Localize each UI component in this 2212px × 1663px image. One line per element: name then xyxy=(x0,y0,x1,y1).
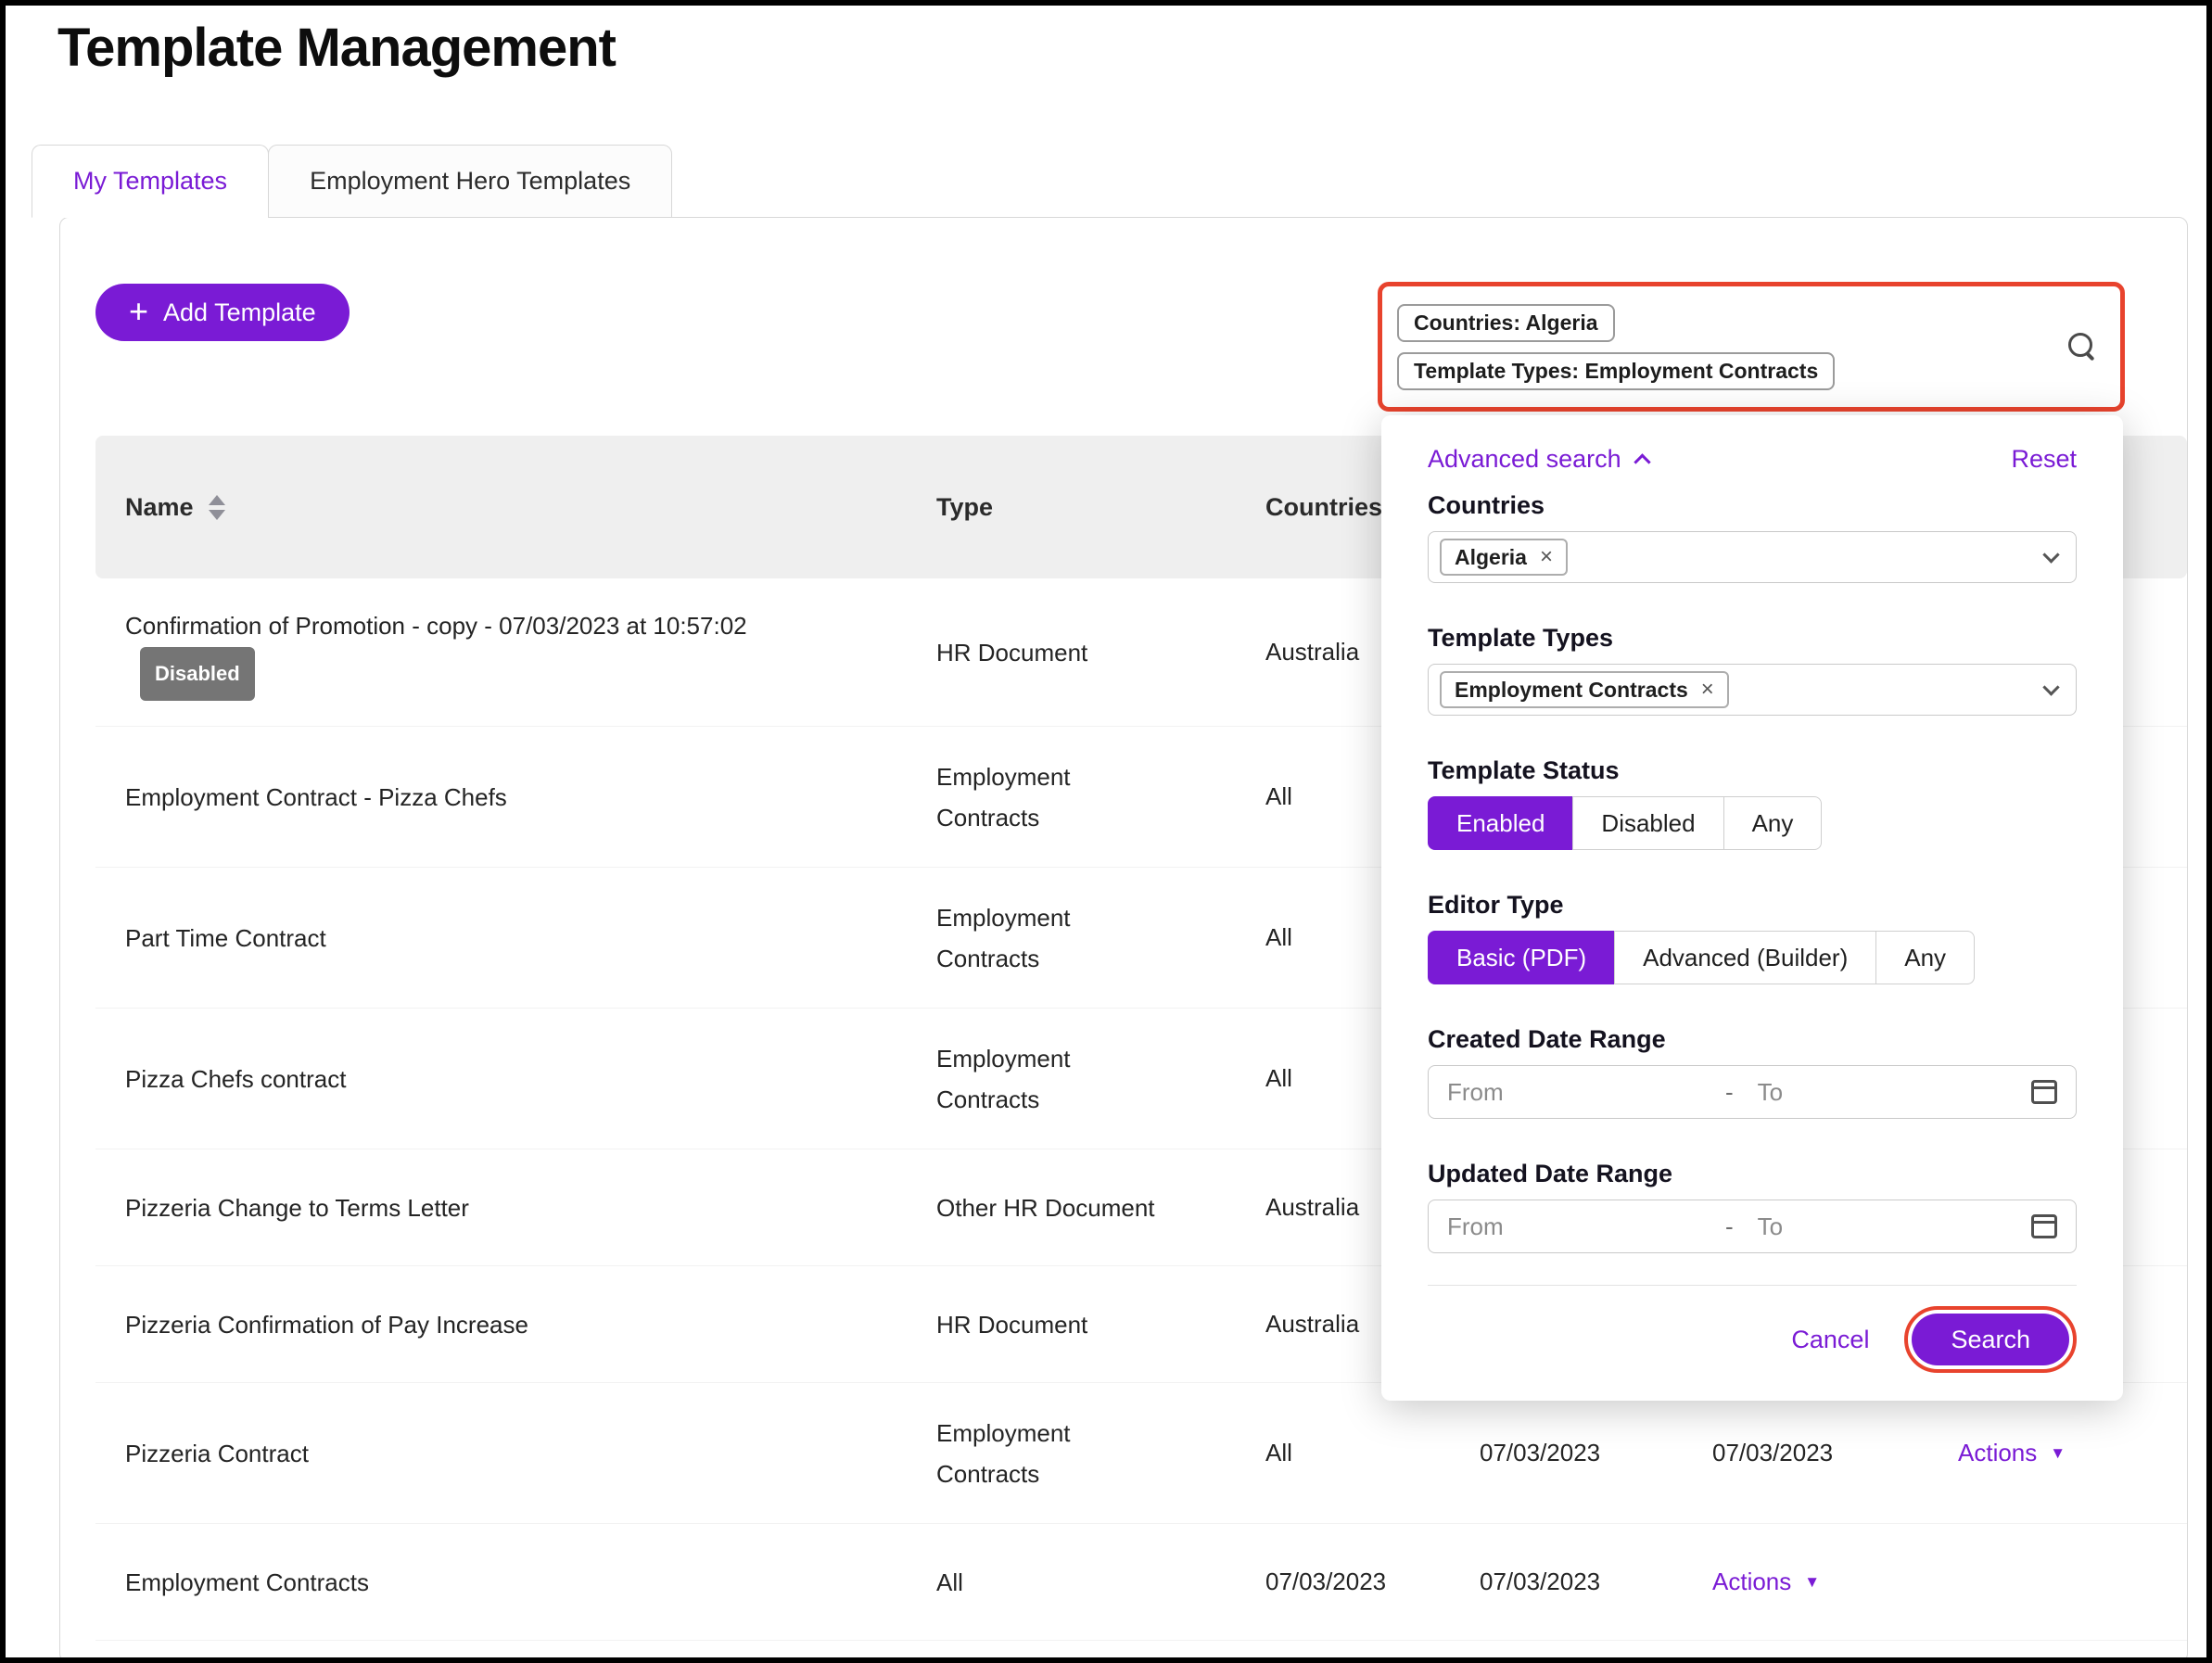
countries-selected-tag: Algeria × xyxy=(1440,539,1568,576)
editor-type-any-button[interactable]: Any xyxy=(1875,931,1975,984)
page-title: Template Management xyxy=(57,17,616,79)
template-countries-cell: 07/03/2023 xyxy=(1238,1568,1452,1596)
editor-type-basic-button[interactable]: Basic (PDF) xyxy=(1428,931,1615,984)
calendar-icon[interactable] xyxy=(2031,1080,2057,1104)
template-updated-cell: 07/03/2023 xyxy=(1684,1439,1930,1467)
template-name-cell: Pizzeria Confirmation of Pay Increase xyxy=(95,1303,800,1346)
template-type-cell: HR Document xyxy=(909,1304,1177,1345)
template-created-cell: 07/03/2023 xyxy=(1452,1568,1684,1596)
advanced-search-header: Advanced search Reset xyxy=(1428,443,2077,475)
template-type-cell: HR Document xyxy=(909,632,1177,673)
filter-chip-template-types[interactable]: Template Types: Employment Contracts xyxy=(1397,352,1835,390)
template-types-tag-label: Employment Contracts xyxy=(1455,678,1688,703)
template-name-cell: Pizza Chefs contract xyxy=(95,1058,800,1100)
editor-type-segmented: Basic (PDF) Advanced (Builder) Any xyxy=(1428,931,2077,984)
search-button[interactable]: Search xyxy=(1912,1314,2069,1365)
tabs: My Templates Employment Hero Templates xyxy=(32,145,672,218)
table-row[interactable]: Employment Contracts All 07/03/2023 07/0… xyxy=(95,1524,2187,1641)
template-management-page: Template Management My Templates Employm… xyxy=(0,0,2212,1663)
reset-link[interactable]: Reset xyxy=(2011,445,2077,474)
tab-employment-hero-templates[interactable]: Employment Hero Templates xyxy=(268,145,672,218)
active-filter-chips: Countries: Algeria Template Types: Emplo… xyxy=(1382,293,1850,401)
column-header-type: Type xyxy=(909,493,1238,522)
template-name-cell: Employment Contract - Pizza Chefs xyxy=(95,776,800,819)
template-type-cell: Employment Contracts xyxy=(909,897,1177,979)
filter-chip-countries[interactable]: Countries: Algeria xyxy=(1397,304,1615,342)
sort-icon[interactable] xyxy=(209,495,225,520)
tab-my-templates[interactable]: My Templates xyxy=(32,145,269,218)
advanced-search-panel: Advanced search Reset Countries Algeria … xyxy=(1381,415,2123,1401)
date-range-dash: - xyxy=(1725,1078,1734,1107)
status-badge: Disabled xyxy=(140,647,255,701)
updated-from-placeholder: From xyxy=(1447,1212,1725,1241)
template-created-cell: 07/03/2023 xyxy=(1452,1439,1684,1467)
add-template-button[interactable]: + Add Template xyxy=(95,284,350,341)
actions-label: Actions xyxy=(1712,1568,1791,1596)
editor-type-label: Editor Type xyxy=(1428,891,2077,920)
actions-menu-button[interactable]: Actions ▼ xyxy=(1712,1568,1820,1596)
search-button-highlight: Search xyxy=(1904,1306,2077,1373)
template-type-cell: Employment Contracts xyxy=(909,1038,1177,1120)
updated-date-range-label: Updated Date Range xyxy=(1428,1160,2077,1188)
column-header-name[interactable]: Name xyxy=(95,493,909,522)
template-type-cell: All xyxy=(909,1562,1177,1603)
date-range-dash: - xyxy=(1725,1212,1734,1241)
search-icon[interactable] xyxy=(2068,333,2096,361)
created-from-placeholder: From xyxy=(1447,1078,1725,1107)
filter-search-box[interactable]: Countries: Algeria Template Types: Emplo… xyxy=(1378,282,2125,412)
countries-select[interactable]: Algeria × xyxy=(1428,531,2077,583)
countries-label: Countries xyxy=(1428,491,2077,520)
template-type-cell: Other HR Document xyxy=(909,1187,1177,1228)
template-status-label: Template Status xyxy=(1428,756,2077,785)
template-status-any-button[interactable]: Any xyxy=(1723,796,1823,850)
template-name-cell: Part Time Contract xyxy=(95,917,800,959)
template-status-segmented: Enabled Disabled Any xyxy=(1428,796,2077,850)
cancel-button[interactable]: Cancel xyxy=(1791,1326,1869,1354)
caret-down-icon: ▼ xyxy=(1804,1573,1820,1592)
template-types-select[interactable]: Employment Contracts × xyxy=(1428,664,2077,716)
updated-date-range-input[interactable]: From - To xyxy=(1428,1200,2077,1253)
countries-tag-label: Algeria xyxy=(1455,545,1527,570)
column-header-name-label: Name xyxy=(125,493,194,522)
created-date-range-input[interactable]: From - To xyxy=(1428,1065,2077,1119)
template-types-label: Template Types xyxy=(1428,624,2077,653)
remove-tag-icon[interactable]: × xyxy=(1540,544,1553,570)
remove-tag-icon[interactable]: × xyxy=(1701,677,1714,703)
panel-divider xyxy=(1428,1285,2077,1286)
advanced-search-label: Advanced search xyxy=(1428,445,1621,474)
template-status-enabled-button[interactable]: Enabled xyxy=(1428,796,1573,850)
template-name-cell: Employment Contracts xyxy=(95,1561,800,1604)
table-row[interactable]: Pizzeria Contract Employment Contracts A… xyxy=(95,1383,2187,1524)
caret-down-icon: ▼ xyxy=(2050,1444,2066,1463)
template-countries-cell: All xyxy=(1238,1439,1452,1467)
calendar-icon[interactable] xyxy=(2031,1214,2057,1238)
plus-icon: + xyxy=(129,295,148,328)
actions-menu-button[interactable]: Actions ▼ xyxy=(1958,1439,2066,1467)
created-to-placeholder: To xyxy=(1758,1078,1783,1107)
template-name-cell: Pizzeria Contract xyxy=(95,1432,800,1475)
updated-to-placeholder: To xyxy=(1758,1212,1783,1241)
add-template-label: Add Template xyxy=(163,298,316,327)
template-name-cell: Pizzeria Change to Terms Letter xyxy=(95,1187,800,1229)
template-status-disabled-button[interactable]: Disabled xyxy=(1572,796,1723,850)
template-type-cell: Employment Contracts xyxy=(909,1413,1177,1494)
actions-label: Actions xyxy=(1958,1439,2037,1467)
created-date-range-label: Created Date Range xyxy=(1428,1025,2077,1054)
chevron-up-icon xyxy=(1634,453,1650,470)
template-types-selected-tag: Employment Contracts × xyxy=(1440,671,1729,708)
advanced-search-toggle[interactable]: Advanced search xyxy=(1428,445,1648,474)
panel-footer: Cancel Search xyxy=(1428,1306,2077,1373)
template-name: Confirmation of Promotion - copy - 07/03… xyxy=(125,612,747,640)
template-name-cell: Confirmation of Promotion - copy - 07/03… xyxy=(95,604,800,701)
template-type-cell: Employment Contracts xyxy=(909,756,1177,838)
chevron-down-icon xyxy=(2042,546,2059,563)
editor-type-advanced-button[interactable]: Advanced (Builder) xyxy=(1614,931,1876,984)
chevron-down-icon xyxy=(2042,679,2059,695)
